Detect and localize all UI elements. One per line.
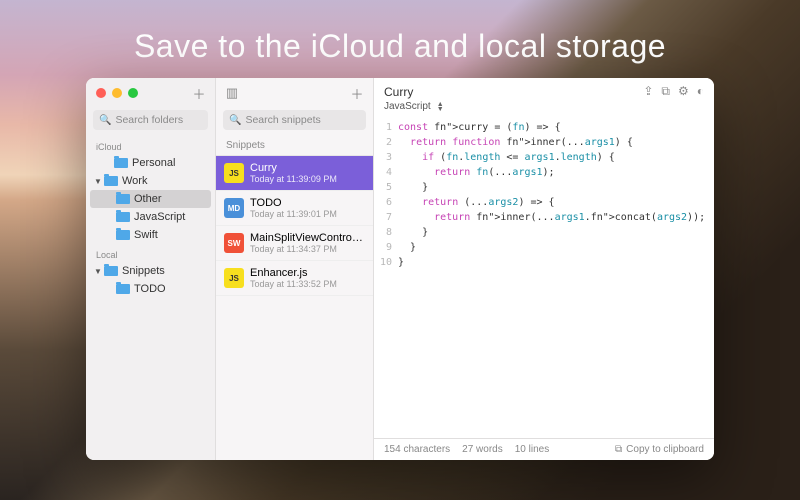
folder-personal[interactable]: Personal xyxy=(90,154,211,172)
word-count: 27 words xyxy=(462,444,503,455)
copy-icon[interactable]: ⧉ xyxy=(661,84,670,99)
snippet-enhancer[interactable]: JS Enhancer.js Today at 11:33:52 PM xyxy=(216,261,373,296)
js-icon: JS xyxy=(224,268,244,288)
snippet-curry[interactable]: JS Curry Today at 11:39:09 PM xyxy=(216,156,373,191)
theme-icon[interactable]: ◐ xyxy=(697,84,704,99)
search-icon: 🔍 xyxy=(229,115,241,126)
folder-icon xyxy=(104,176,118,186)
section-local-label: Local xyxy=(86,244,215,262)
chevron-down-icon: ▼ xyxy=(94,177,104,186)
search-snippets-input[interactable]: 🔍 Search snippets xyxy=(223,110,366,130)
snippets-panel: ▥ ＋ 🔍 Search snippets Snippets JS Curry … xyxy=(216,78,374,460)
status-bar: 154 characters 27 words 10 lines ⧉ Copy … xyxy=(374,438,714,460)
code-editor[interactable]: 12345678910 const fn">curry = (fn) => { … xyxy=(374,118,714,438)
snippet-mainsplit[interactable]: SW MainSplitViewController Today at 11:3… xyxy=(216,226,373,261)
md-icon: MD xyxy=(224,198,244,218)
zoom-icon[interactable] xyxy=(128,88,138,98)
clipboard-icon: ⧉ xyxy=(615,444,622,455)
search-placeholder: Search snippets xyxy=(245,114,320,126)
sidebar-toolbar: ＋ xyxy=(86,78,215,108)
gear-icon[interactable]: ⚙ xyxy=(678,84,689,99)
snippets-header: Snippets xyxy=(216,136,373,156)
folder-icon xyxy=(104,266,118,276)
editor-title: Curry xyxy=(384,85,637,99)
snippet-title: Curry xyxy=(250,162,337,174)
snippet-todo[interactable]: MD TODO Today at 11:39:01 PM xyxy=(216,191,373,226)
minimize-icon[interactable] xyxy=(112,88,122,98)
folder-icon xyxy=(116,230,130,240)
app-window: ＋ 🔍 Search folders iCloud Personal ▼ Wor… xyxy=(86,78,714,460)
add-snippet-button[interactable]: ＋ xyxy=(349,84,365,103)
js-icon: JS xyxy=(224,163,244,183)
traffic-lights xyxy=(94,88,140,98)
line-gutter: 12345678910 xyxy=(374,120,398,438)
stepper-icon: ▲▼ xyxy=(437,102,444,112)
snippet-title: Enhancer.js xyxy=(250,267,337,279)
chevron-down-icon: ▼ xyxy=(94,267,104,276)
snippet-time: Today at 11:39:09 PM xyxy=(250,174,337,184)
share-icon[interactable]: ⇪ xyxy=(643,84,653,99)
char-count: 154 characters xyxy=(384,444,450,455)
search-folders-input[interactable]: 🔍 Search folders xyxy=(93,110,208,130)
search-placeholder: Search folders xyxy=(115,114,183,126)
swift-icon: SW xyxy=(224,233,244,253)
language-select[interactable]: JavaScript ▲▼ xyxy=(384,101,444,112)
toggle-sidebar-button[interactable]: ▥ xyxy=(224,85,240,101)
folder-icon xyxy=(116,194,130,204)
code-content[interactable]: const fn">curry = (fn) => { return funct… xyxy=(398,120,714,438)
snippet-title: TODO xyxy=(250,197,337,209)
folder-icon xyxy=(116,284,130,294)
line-count: 10 lines xyxy=(515,444,549,455)
snippet-time: Today at 11:34:37 PM xyxy=(250,244,365,254)
snippet-time: Today at 11:39:01 PM xyxy=(250,209,337,219)
folder-icon xyxy=(116,212,130,222)
folder-javascript[interactable]: JavaScript xyxy=(90,208,211,226)
folder-swift[interactable]: Swift xyxy=(90,226,211,244)
folders-sidebar: ＋ 🔍 Search folders iCloud Personal ▼ Wor… xyxy=(86,78,216,460)
folder-snippets[interactable]: ▼ Snippets xyxy=(90,262,211,280)
snippet-time: Today at 11:33:52 PM xyxy=(250,279,337,289)
folder-work[interactable]: ▼ Work xyxy=(90,172,211,190)
close-icon[interactable] xyxy=(96,88,106,98)
add-folder-button[interactable]: ＋ xyxy=(191,84,207,103)
copy-to-clipboard-button[interactable]: ⧉ Copy to clipboard xyxy=(615,444,704,455)
folder-other[interactable]: Other xyxy=(90,190,211,208)
editor-panel: Curry ⇪ ⧉ ⚙ ◐ JavaScript ▲▼ 12345678910 … xyxy=(374,78,714,460)
section-icloud-label: iCloud xyxy=(86,136,215,154)
search-icon: 🔍 xyxy=(99,115,111,126)
snippet-title: MainSplitViewController xyxy=(250,232,365,244)
folder-icon xyxy=(114,158,128,168)
headline: Save to the iCloud and local storage xyxy=(0,28,800,65)
folder-todo[interactable]: TODO xyxy=(90,280,211,298)
snippets-toolbar: ▥ ＋ xyxy=(216,78,373,108)
